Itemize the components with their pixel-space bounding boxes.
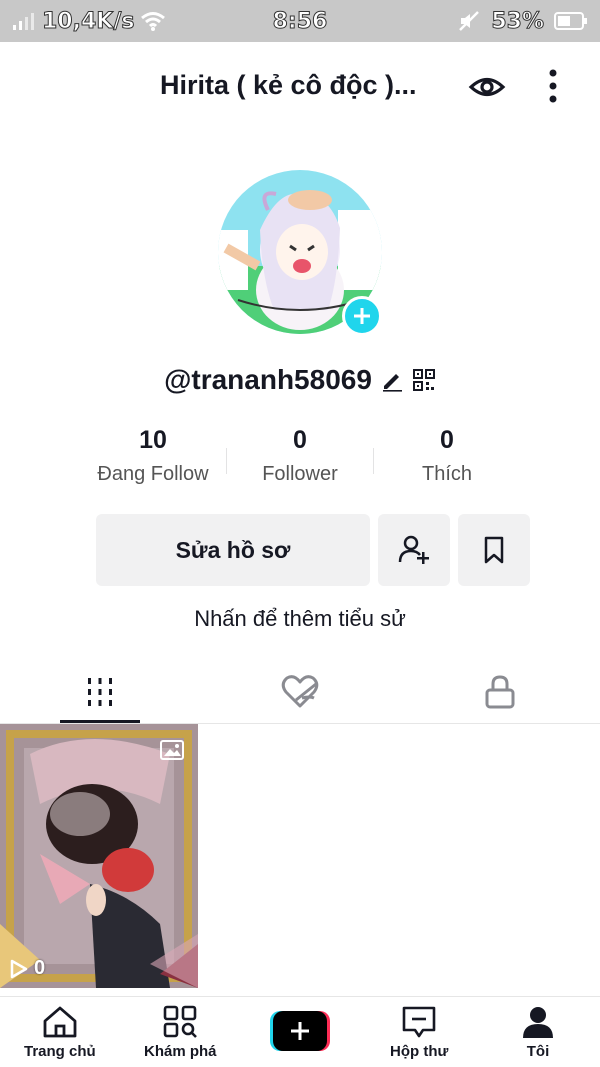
edit-profile-button[interactable]: Sửa hồ sơ bbox=[96, 514, 370, 586]
nav-me-label: Tôi bbox=[526, 1043, 550, 1060]
photo-icon bbox=[160, 740, 184, 760]
followers-label: Follower bbox=[262, 463, 338, 485]
more-options-icon[interactable] bbox=[540, 66, 566, 106]
video-thumbnail[interactable]: 0 bbox=[0, 724, 198, 988]
wifi-icon bbox=[141, 12, 166, 31]
grid-icon bbox=[88, 677, 112, 706]
following-label: Đang Follow bbox=[97, 463, 209, 485]
view-count: 0 bbox=[34, 957, 46, 979]
eye-icon[interactable] bbox=[468, 68, 506, 106]
signal-icon bbox=[13, 13, 34, 30]
bookmark-icon bbox=[484, 536, 504, 564]
status-right: 53% bbox=[457, 8, 588, 34]
nav-inbox-label: Hộp thư bbox=[390, 1043, 449, 1060]
add-bio-prompt[interactable]: Nhấn để thêm tiểu sử bbox=[0, 606, 600, 632]
nav-home-label: Trang chủ bbox=[24, 1043, 96, 1060]
profile-actions: Sửa hồ sơ bbox=[96, 514, 530, 586]
followers-count: 0 bbox=[293, 426, 307, 454]
profile-stats: 10 Đang Follow 0 Follower 0 Thích bbox=[80, 426, 520, 496]
video-view-count: 0 bbox=[10, 957, 45, 980]
stat-likes[interactable]: 0 Thích bbox=[374, 426, 520, 496]
nav-discover[interactable]: Khám phá bbox=[144, 1005, 217, 1060]
battery-icon bbox=[554, 12, 587, 30]
nav-inbox[interactable]: Hộp thư bbox=[390, 1005, 448, 1060]
avatar-container[interactable] bbox=[218, 170, 382, 336]
profile-header: Hirita ( kẻ cô độc )... bbox=[0, 62, 600, 110]
status-bar: 10,4K/s 53% bbox=[0, 0, 600, 42]
heart-hidden-icon bbox=[281, 674, 319, 707]
stat-following[interactable]: 10 Đang Follow bbox=[80, 426, 226, 496]
nav-me[interactable]: Tôi bbox=[520, 1005, 556, 1060]
inbox-icon bbox=[402, 1006, 436, 1038]
create-plus-icon bbox=[270, 1011, 330, 1051]
likes-count: 0 bbox=[440, 426, 454, 454]
following-count: 10 bbox=[139, 426, 167, 454]
bottom-navigation: Trang chủ Khám phá Hộp thư Tôi bbox=[0, 996, 600, 1067]
tab-liked[interactable] bbox=[200, 660, 400, 723]
plus-icon bbox=[354, 308, 370, 324]
create-button[interactable] bbox=[270, 1011, 330, 1051]
qr-code-icon[interactable] bbox=[412, 368, 436, 392]
username-row: @trananh58069 bbox=[0, 360, 600, 400]
tab-videos[interactable] bbox=[0, 660, 200, 723]
stat-followers[interactable]: 0 Follower bbox=[227, 426, 373, 496]
network-speed: 10,4K/s bbox=[41, 8, 135, 34]
nav-discover-label: Khám phá bbox=[144, 1043, 217, 1060]
profile-display-name[interactable]: Hirita ( kẻ cô độc )... bbox=[160, 70, 417, 101]
add-friend-button[interactable] bbox=[378, 514, 450, 586]
content-tabs bbox=[0, 660, 600, 724]
favorites-button[interactable] bbox=[458, 514, 530, 586]
home-icon bbox=[43, 1006, 77, 1038]
video-thumbnail-image bbox=[0, 724, 198, 988]
tab-underline bbox=[60, 720, 140, 723]
lock-icon bbox=[485, 674, 515, 708]
play-icon bbox=[10, 959, 28, 978]
add-person-icon bbox=[398, 535, 429, 564]
mute-icon bbox=[459, 11, 480, 31]
nav-home[interactable]: Trang chủ bbox=[24, 1005, 96, 1060]
likes-label: Thích bbox=[421, 463, 473, 485]
tab-private[interactable] bbox=[400, 660, 600, 723]
battery-percent: 53% bbox=[491, 8, 545, 34]
username: @trananh58069 bbox=[164, 364, 372, 395]
discover-icon bbox=[163, 1005, 198, 1038]
add-avatar-button[interactable] bbox=[342, 296, 382, 336]
status-left: 10,4K/s bbox=[12, 8, 166, 34]
edit-pencil-icon[interactable] bbox=[380, 368, 404, 392]
profile-icon bbox=[523, 1007, 553, 1038]
